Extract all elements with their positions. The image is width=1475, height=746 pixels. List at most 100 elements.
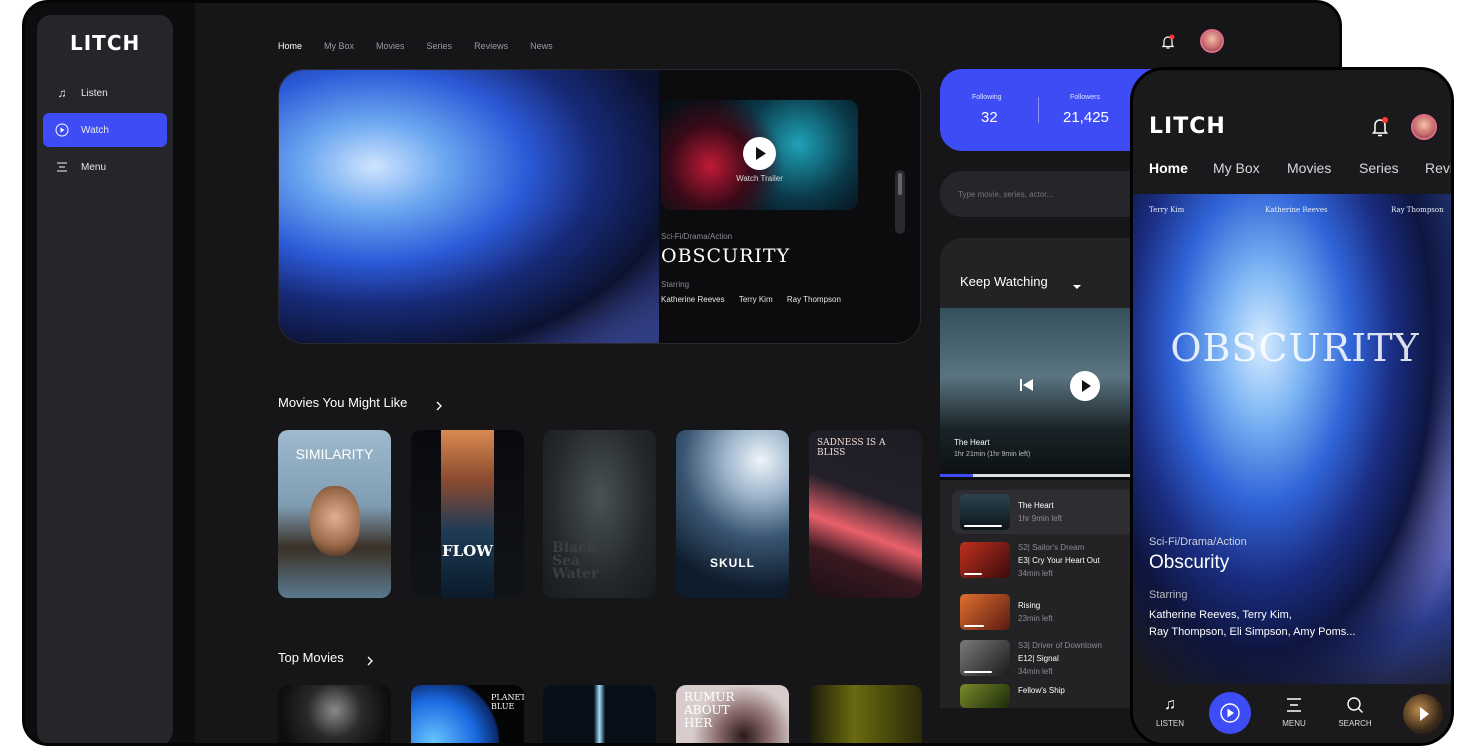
item-time: 34min left [1018, 568, 1053, 578]
now-playing-progress-track[interactable] [940, 474, 1160, 477]
poster-art [310, 486, 360, 556]
nav-home[interactable]: Home [278, 41, 302, 51]
item-title: The Heart [1018, 501, 1054, 510]
nav-reviews[interactable]: Reviews [474, 41, 508, 51]
now-playing-title: The Heart [954, 438, 990, 447]
movie-poster[interactable]: PLANET BLUE [411, 685, 524, 743]
item-title: Fellow's Ship [1018, 686, 1065, 695]
play-icon[interactable] [743, 137, 776, 170]
now-playing-card[interactable]: The Heart 1hr 21min (1hr 9min left) [940, 308, 1160, 480]
now-playing-time: 1hr 21min (1hr 9min left) [954, 451, 1031, 458]
top-nav: Home My Box Movies Series Reviews News [278, 36, 575, 54]
search-bar[interactable] [940, 171, 1160, 217]
movie-poster[interactable]: SKULL [676, 430, 789, 598]
progress-bar [964, 671, 992, 673]
play-circle-icon [1220, 703, 1240, 723]
phone-logo: LITCH [1149, 114, 1226, 139]
poster-title: PLANET BLUE [491, 693, 524, 711]
phone-nav-reviews[interactable]: Revie [1425, 160, 1451, 176]
progress-bar [964, 573, 982, 575]
item-time: 34min left [1018, 666, 1053, 676]
bell-icon[interactable] [1371, 116, 1389, 138]
trailer-label: Watch Trailer [736, 174, 783, 183]
hero-title: OBSCURITY [661, 245, 791, 267]
thumbnail [960, 684, 1010, 708]
nav-news[interactable]: News [530, 41, 553, 51]
following-label: Following [972, 94, 1002, 101]
bell-icon[interactable] [1161, 34, 1175, 50]
phone-nav-series[interactable]: Series [1359, 160, 1399, 176]
chevron-right-icon[interactable] [366, 653, 374, 666]
mini-player[interactable] [1403, 694, 1443, 734]
sidebar-item-watch[interactable]: Watch [43, 113, 167, 147]
tab-label: LISTEN [1155, 719, 1184, 728]
hero-banner: Watch Trailer Sci-Fi/Drama/Action OBSCUR… [278, 69, 921, 344]
item-season: S3| Driver of Downtown [1018, 640, 1102, 650]
nav-movies[interactable]: Movies [376, 41, 405, 51]
movie-poster[interactable] [543, 685, 656, 743]
search-input[interactable] [958, 185, 1148, 203]
hero-scroll-thumb[interactable] [898, 173, 902, 195]
phone-nav-home[interactable]: Home [1149, 160, 1188, 176]
followers-label: Followers [1070, 94, 1100, 101]
hero-star[interactable]: Ray Thompson [787, 295, 841, 304]
list-item[interactable]: The Heart 1hr 9min left [952, 490, 1160, 534]
nav-series[interactable]: Series [427, 41, 453, 51]
phone-nav-my-box[interactable]: My Box [1213, 160, 1260, 176]
poster-credit: Ray Thompson [1391, 206, 1444, 214]
avatar[interactable] [1200, 29, 1224, 53]
stats-divider [1038, 97, 1039, 123]
phone-title: Obscurity [1149, 552, 1230, 573]
progress-bar [964, 525, 1002, 527]
hero-genre: Sci-Fi/Drama/Action [661, 232, 733, 241]
movie-poster[interactable] [278, 685, 391, 743]
chevron-right-icon[interactable] [435, 398, 443, 411]
movie-poster[interactable]: SADNESS IS A BLISS [809, 430, 922, 598]
music-note-icon: ♫ [57, 86, 67, 100]
nav-my-box[interactable]: My Box [324, 41, 354, 51]
phone-starring-label: Starring [1149, 589, 1188, 601]
movie-poster[interactable]: RUMUR ABOUT HER [676, 685, 789, 743]
play-circle-icon [55, 123, 69, 137]
sidebar-item-label: Listen [81, 87, 108, 99]
tab-listen[interactable]: ♫ LISTEN [1153, 696, 1187, 728]
hero-scroll-track[interactable] [895, 170, 905, 234]
keep-watching-panel: Keep Watching The Heart 1hr 21min (1hr 9… [940, 238, 1160, 708]
poster-title: SKULL [710, 556, 755, 570]
item-time: 23min left [1018, 614, 1053, 623]
hero-star[interactable]: Katherine Reeves [661, 295, 725, 304]
poster-title: SADNESS IS A BLISS [817, 438, 886, 458]
hero-star[interactable]: Terry Kim [739, 295, 773, 304]
hero-starring-label: Starring [661, 280, 690, 289]
hero-art [279, 70, 659, 343]
play-icon[interactable] [1403, 694, 1443, 734]
trailer-thumbnail[interactable]: Watch Trailer [661, 100, 858, 210]
skip-back-icon[interactable] [1018, 376, 1036, 394]
sidebar-item-listen[interactable]: ♫ Listen [43, 76, 167, 110]
section-title-movies: Movies You Might Like [278, 395, 408, 410]
chevron-down-icon[interactable] [1072, 278, 1082, 289]
phone-hero-poster[interactable]: Terry Kim Katherine Reeves Ray Thompson … [1133, 194, 1451, 694]
avatar[interactable] [1411, 114, 1437, 140]
movie-poster[interactable]: Black Sea Water [543, 430, 656, 598]
poster-title: SIMILARITY [295, 446, 374, 462]
tab-search[interactable]: SEARCH [1335, 696, 1375, 728]
movie-poster[interactable]: SIMILARITY [278, 430, 391, 598]
sidebar-item-label: Watch [81, 124, 109, 136]
hero-stars: Katherine Reeves Terry Kim Ray Thompson [661, 295, 841, 304]
sidebar-item-label: Menu [81, 161, 107, 173]
tab-menu[interactable]: MENU [1277, 696, 1311, 728]
phone-stars-line: Katherine Reeves, Terry Kim, [1149, 609, 1292, 621]
movie-poster[interactable] [809, 685, 922, 743]
tab-watch[interactable] [1209, 692, 1251, 734]
item-title: Rising [1018, 601, 1041, 610]
poster-title: OBSCURITY [1170, 326, 1420, 370]
movie-poster[interactable]: FLOW [411, 430, 524, 598]
item-title: E12| Signal [1018, 653, 1059, 663]
sidebar: LITCH ♫ Listen Watch Menu [37, 15, 173, 743]
now-playing-progress-fill [940, 474, 973, 477]
phone-nav-movies[interactable]: Movies [1287, 160, 1331, 176]
play-icon[interactable] [1070, 371, 1100, 401]
sidebar-item-menu[interactable]: Menu [43, 150, 167, 184]
search-icon [1335, 696, 1375, 716]
